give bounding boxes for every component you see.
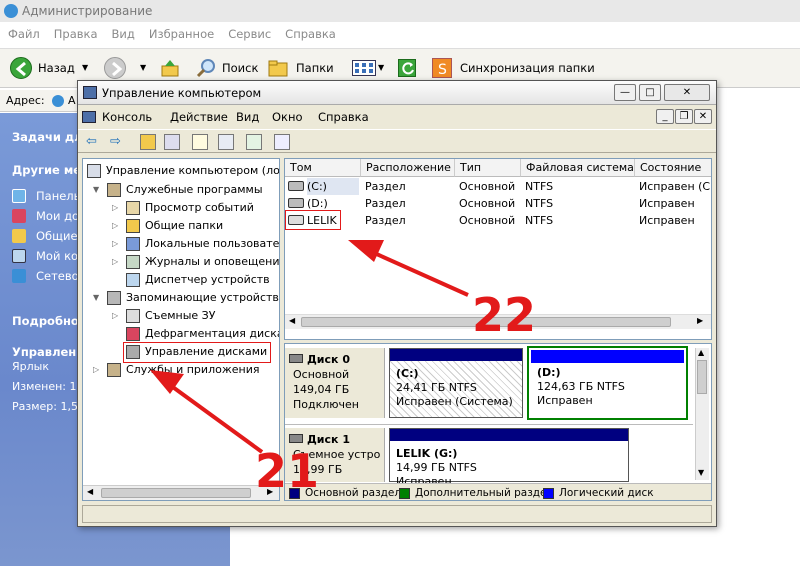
step-number-21: 21	[255, 444, 320, 498]
arrow-to-lelik	[348, 240, 469, 297]
arrow-to-disk-management	[150, 370, 264, 454]
annotation-arrows	[150, 240, 469, 454]
step-number-22: 22	[472, 288, 537, 342]
